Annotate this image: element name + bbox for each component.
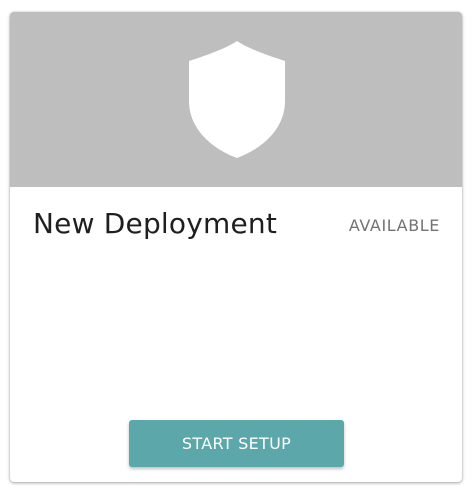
status-badge: AVAILABLE (348, 216, 440, 235)
start-setup-button[interactable]: START SETUP (129, 420, 344, 467)
shield-icon (189, 41, 285, 158)
deployment-card: New Deployment AVAILABLE START SETUP (10, 12, 462, 482)
card-title: New Deployment (33, 207, 278, 240)
card-hero (10, 12, 462, 187)
